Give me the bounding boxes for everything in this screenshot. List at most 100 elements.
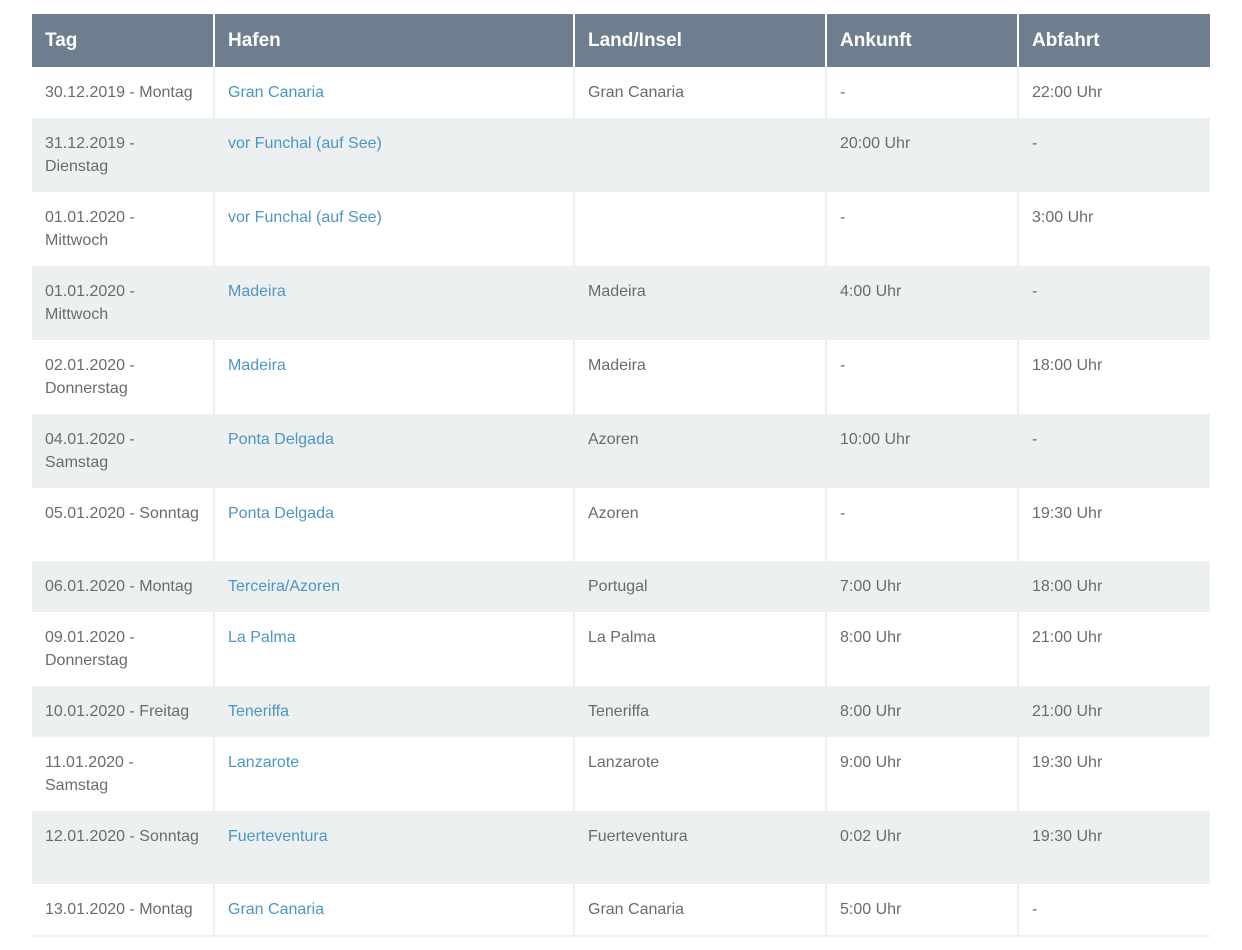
table-body: 30.12.2019 - Montag Gran Canaria Gran Ca… [32,67,1210,937]
itinerary-table-wrapper: Tag Hafen Land/Insel Ankunft Abfahrt 30.… [32,14,1210,937]
cell-ankunft: 8:00 Uhr [825,612,1018,686]
cell-land: Fuerteventura [573,811,826,884]
cell-abfahrt: - [1017,266,1210,340]
port-link[interactable]: Gran Canaria [228,901,324,918]
cell-hafen: Terceira/Azoren [213,561,574,612]
cell-ankunft: 9:00 Uhr [825,737,1018,811]
cell-ankunft: - [825,488,1018,561]
cell-abfahrt: 19:30 Uhr [1017,811,1210,884]
port-link[interactable]: Madeira [228,283,286,300]
port-link[interactable]: vor Funchal (auf See) [228,209,382,226]
cell-land: Madeira [573,340,826,414]
table-row: 11.01.2020 - Samstag Lanzarote Lanzarote… [32,737,1210,811]
cell-hafen: Teneriffa [213,686,574,737]
port-link[interactable]: Ponta Delgada [228,505,334,522]
cell-tag: 12.01.2020 - Sonntag [32,811,214,884]
cell-tag: 11.01.2020 - Samstag [32,737,214,811]
port-link[interactable]: Teneriffa [228,703,289,720]
port-link[interactable]: Madeira [228,357,286,374]
cell-abfahrt: - [1017,414,1210,488]
column-header-ankunft: Ankunft [825,14,1018,67]
cell-hafen: vor Funchal (auf See) [213,118,574,192]
port-link[interactable]: Fuerteventura [228,828,328,845]
cell-land: Portugal [573,561,826,612]
cell-tag: 05.01.2020 - Sonntag [32,488,214,561]
table-row: 12.01.2020 - Sonntag Fuerteventura Fuert… [32,811,1210,884]
cell-abfahrt: 22:00 Uhr [1017,67,1210,118]
cell-abfahrt: - [1017,884,1210,937]
cell-tag: 04.01.2020 - Samstag [32,414,214,488]
cell-tag: 31.12.2019 - Dienstag [32,118,214,192]
cell-hafen: La Palma [213,612,574,686]
table-row: 10.01.2020 - Freitag Teneriffa Teneriffa… [32,686,1210,737]
port-link[interactable]: Gran Canaria [228,84,324,101]
cell-tag: 09.01.2020 - Donnerstag [32,612,214,686]
cell-abfahrt: 19:30 Uhr [1017,488,1210,561]
cell-hafen: Gran Canaria [213,884,574,937]
cell-land: Madeira [573,266,826,340]
table-row: 02.01.2020 - Donnerstag Madeira Madeira … [32,340,1210,414]
column-header-tag: Tag [32,14,214,67]
cell-land: La Palma [573,612,826,686]
cell-hafen: Ponta Delgada [213,488,574,561]
cell-hafen: Madeira [213,340,574,414]
port-link[interactable]: Ponta Delgada [228,431,334,448]
cell-ankunft: - [825,67,1018,118]
cell-ankunft: - [825,192,1018,266]
itinerary-table: Tag Hafen Land/Insel Ankunft Abfahrt 30.… [32,14,1210,937]
cell-ankunft: 0:02 Uhr [825,811,1018,884]
cell-abfahrt: 19:30 Uhr [1017,737,1210,811]
cell-hafen: Ponta Delgada [213,414,574,488]
cell-abfahrt: - [1017,118,1210,192]
cell-ankunft: 5:00 Uhr [825,884,1018,937]
column-header-abfahrt: Abfahrt [1017,14,1210,67]
header-row: Tag Hafen Land/Insel Ankunft Abfahrt [32,14,1210,67]
port-link[interactable]: Lanzarote [228,754,299,771]
cell-land [573,118,826,192]
column-header-land: Land/Insel [573,14,826,67]
table-row: 06.01.2020 - Montag Terceira/Azoren Port… [32,561,1210,612]
cell-land: Gran Canaria [573,67,826,118]
cell-ankunft: - [825,340,1018,414]
cell-tag: 02.01.2020 - Donnerstag [32,340,214,414]
table-row: 09.01.2020 - Donnerstag La Palma La Palm… [32,612,1210,686]
cell-tag: 30.12.2019 - Montag [32,67,214,118]
cell-tag: 01.01.2020 - Mittwoch [32,266,214,340]
cell-abfahrt: 18:00 Uhr [1017,340,1210,414]
cell-tag: 13.01.2020 - Montag [32,884,214,937]
cell-abfahrt: 21:00 Uhr [1017,612,1210,686]
cell-abfahrt: 21:00 Uhr [1017,686,1210,737]
table-row: 30.12.2019 - Montag Gran Canaria Gran Ca… [32,67,1210,118]
table-row: 01.01.2020 - Mittwoch vor Funchal (auf S… [32,192,1210,266]
port-link[interactable]: Terceira/Azoren [228,578,340,595]
cell-abfahrt: 18:00 Uhr [1017,561,1210,612]
cell-tag: 06.01.2020 - Montag [32,561,214,612]
table-row: 01.01.2020 - Mittwoch Madeira Madeira 4:… [32,266,1210,340]
cell-ankunft: 4:00 Uhr [825,266,1018,340]
cell-ankunft: 10:00 Uhr [825,414,1018,488]
table-row: 05.01.2020 - Sonntag Ponta Delgada Azore… [32,488,1210,561]
cell-ankunft: 20:00 Uhr [825,118,1018,192]
port-link[interactable]: vor Funchal (auf See) [228,135,382,152]
table-row: 04.01.2020 - Samstag Ponta Delgada Azore… [32,414,1210,488]
cell-land: Gran Canaria [573,884,826,937]
cell-hafen: Lanzarote [213,737,574,811]
cell-hafen: vor Funchal (auf See) [213,192,574,266]
cell-ankunft: 8:00 Uhr [825,686,1018,737]
port-link[interactable]: La Palma [228,629,296,646]
cell-hafen: Fuerteventura [213,811,574,884]
cell-hafen: Madeira [213,266,574,340]
cell-land: Azoren [573,488,826,561]
table-row: 13.01.2020 - Montag Gran Canaria Gran Ca… [32,884,1210,937]
cell-ankunft: 7:00 Uhr [825,561,1018,612]
table-header: Tag Hafen Land/Insel Ankunft Abfahrt [32,14,1210,67]
cell-abfahrt: 3:00 Uhr [1017,192,1210,266]
cell-hafen: Gran Canaria [213,67,574,118]
cell-land: Lanzarote [573,737,826,811]
cell-land: Teneriffa [573,686,826,737]
cell-tag: 10.01.2020 - Freitag [32,686,214,737]
cell-tag: 01.01.2020 - Mittwoch [32,192,214,266]
cell-land [573,192,826,266]
cell-land: Azoren [573,414,826,488]
column-header-hafen: Hafen [213,14,574,67]
